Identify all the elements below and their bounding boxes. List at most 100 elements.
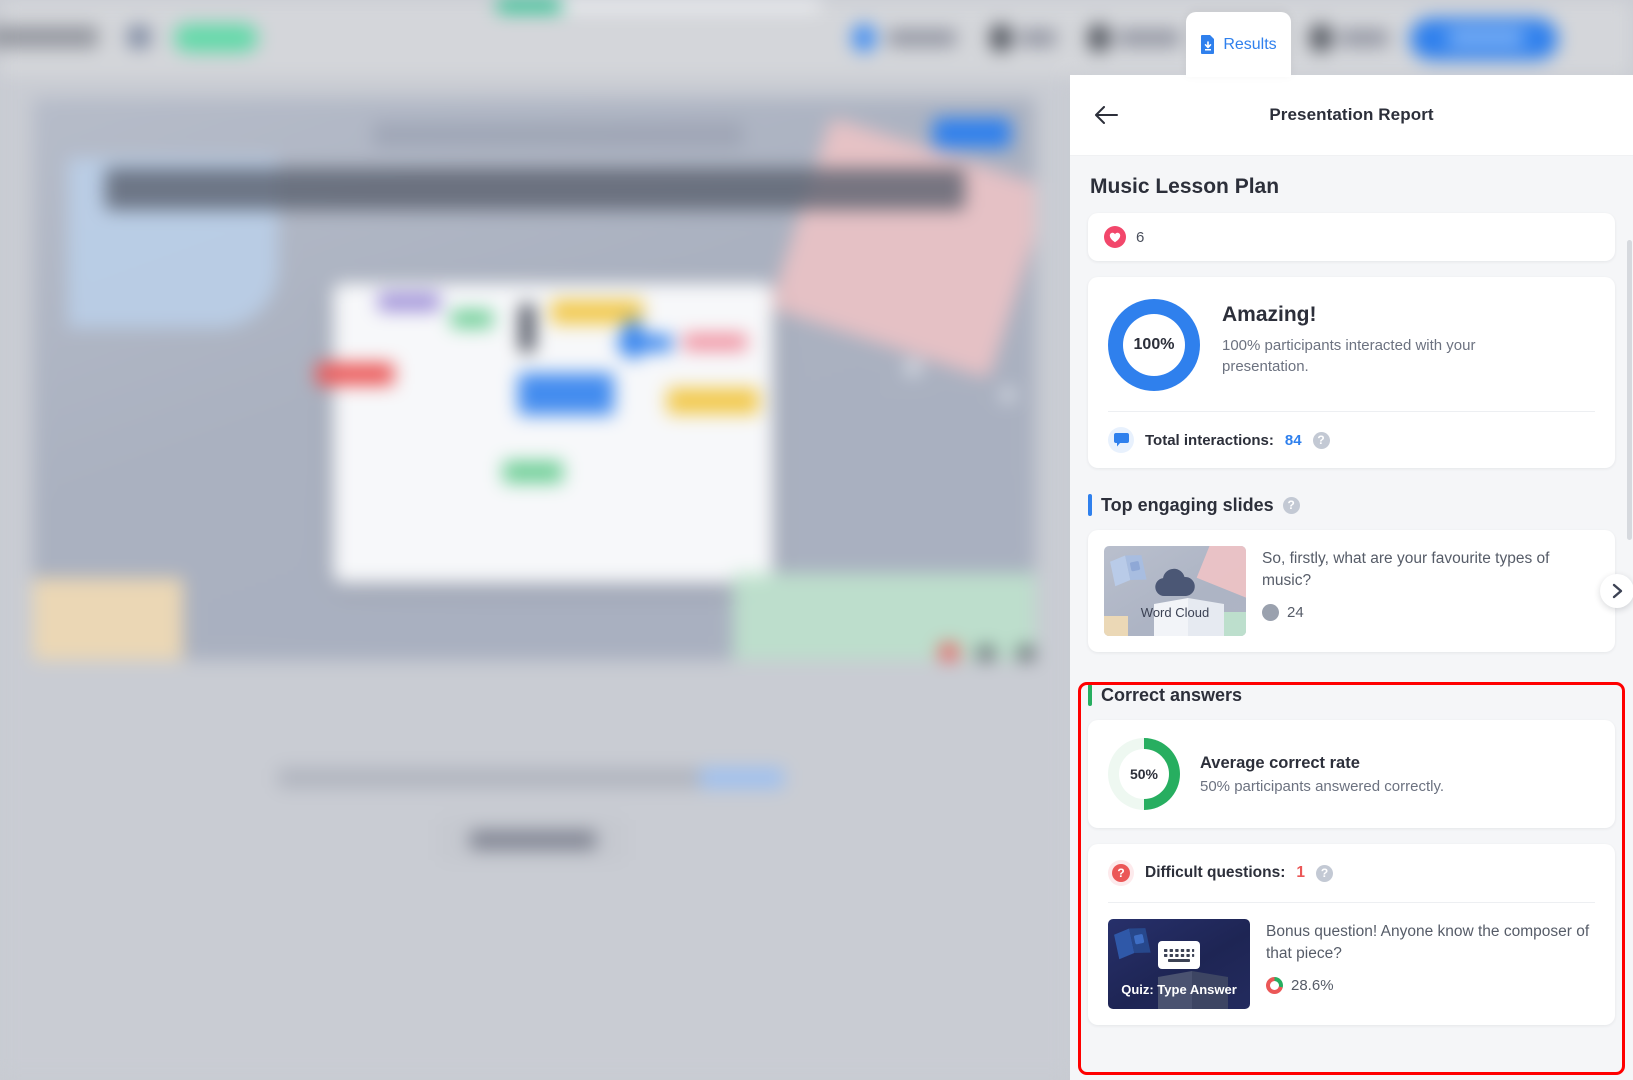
likes-card: 6	[1088, 213, 1615, 261]
slide-deco-pink	[769, 117, 1035, 379]
menu-icon-1-blurred	[852, 24, 876, 52]
thumb-deco-pink	[1196, 546, 1246, 599]
wordcloud-word	[451, 310, 493, 328]
primary-cta-label-blurred	[1448, 30, 1524, 46]
next-slide-button[interactable]	[1600, 574, 1633, 608]
top-engaging-slide-item[interactable]: Word Cloud So, firstly, what are your fa…	[1088, 530, 1633, 652]
section-accent-bar	[1088, 494, 1092, 516]
total-interactions-label: Total interactions:	[1145, 431, 1274, 449]
slide-question-blurred	[105, 168, 965, 210]
slide-type-label: Quiz: Type Answer	[1121, 982, 1237, 997]
wordcloud-word	[518, 373, 614, 415]
document-title-blurred	[0, 26, 98, 48]
correct-answers-title: Correct answers	[1101, 684, 1243, 705]
wordcloud-word	[683, 334, 747, 350]
menu-icon-4-blurred	[1310, 24, 1332, 52]
chevron-right-icon	[1612, 583, 1622, 599]
section-accent-bar	[1088, 684, 1092, 706]
likes-count: 6	[1136, 228, 1145, 246]
engagement-percent: 100%	[1123, 314, 1185, 376]
slide-question: So, firstly, what are your favourite typ…	[1262, 550, 1550, 589]
panel-title: Presentation Report	[1269, 105, 1434, 124]
menu-label-4-blurred	[1340, 30, 1388, 46]
book-icon	[1111, 923, 1154, 960]
slide-preview-blurred	[33, 98, 1035, 660]
question-mark-icon[interactable]: ?	[1282, 496, 1300, 514]
engagement-donut-chart: 100%	[1108, 299, 1200, 391]
presentation-report-panel: Presentation Report Music Lesson Plan 6	[1070, 75, 1633, 1080]
average-correct-rate-card: 50% Average correct rate 50% participant…	[1088, 720, 1615, 828]
slide-type-label: Word Cloud	[1140, 605, 1210, 620]
difficult-questions-value: 1	[1296, 864, 1305, 881]
engagement-card: 100% Amazing! 100% participants interact…	[1088, 277, 1615, 468]
keyboard-icon	[1158, 941, 1200, 969]
difficult-questions-card: ? Difficult questions: 1 ? Quiz: Type An…	[1088, 844, 1615, 1025]
green-tab-blurred	[497, 0, 567, 12]
average-correct-rate-donut: 50%	[1108, 738, 1180, 810]
difficult-questions-row: ? Difficult questions: 1 ?	[1108, 844, 1595, 902]
panel-scrollbar[interactable]	[1626, 150, 1633, 1080]
slide-meta: Bonus question! Anyone know the composer…	[1266, 919, 1595, 1009]
wordcloud-word	[316, 363, 394, 385]
slide-deco-dot	[978, 646, 994, 660]
engagement-description: 100% participants interacted with your p…	[1222, 337, 1476, 376]
book-icon	[1107, 550, 1150, 587]
wordcloud-word	[503, 461, 563, 483]
slide-canvas-blurred	[0, 78, 1070, 1080]
engagement-summary: 100% Amazing! 100% participants interact…	[1108, 299, 1595, 411]
heart-icon	[1104, 226, 1126, 248]
slide-stat-value: 28.6%	[1291, 977, 1334, 994]
chat-bubble-icon	[1262, 604, 1279, 621]
engagement-headline: Amazing!	[1222, 303, 1317, 326]
menu-label-1-blurred	[888, 30, 956, 46]
deck-title: Music Lesson Plan	[1090, 175, 1280, 198]
difficult-questions-label: Difficult questions:	[1145, 864, 1286, 881]
menu-label-3-blurred	[1118, 30, 1180, 46]
panel-body: Music Lesson Plan 6 100% Amazing! 100% p…	[1070, 155, 1633, 1025]
average-correct-rate-description: 50% participants answered correctly.	[1200, 777, 1444, 795]
difficult-slide-item[interactable]: Quiz: Type Answer Bonus question! Anyone…	[1108, 903, 1595, 1025]
slide-stat: 24	[1262, 604, 1599, 621]
wordcloud-word	[520, 304, 534, 352]
slide-stat-value: 24	[1287, 604, 1304, 621]
caption-text-blurred	[278, 768, 718, 788]
secondary-button-label-blurred	[470, 831, 596, 849]
slide-question: Bonus question! Anyone know the composer…	[1266, 923, 1590, 962]
average-correct-rate-title: Average correct rate	[1200, 753, 1360, 772]
slide-deco-dot	[1001, 388, 1015, 402]
panel-header: Presentation Report	[1070, 75, 1633, 155]
app-toolbar	[0, 0, 1633, 78]
panel-scrollbar-thumb[interactable]	[1627, 240, 1632, 540]
alert-question-icon: ?	[1108, 860, 1134, 886]
correct-answers-section: Correct answers 50% Average correct rate…	[1088, 670, 1615, 1025]
status-pill-blurred	[174, 24, 258, 52]
slide-deco-dot	[1018, 646, 1034, 660]
slide-paper-blurred	[333, 283, 773, 583]
wordcloud-word	[667, 388, 759, 414]
file-download-icon	[1200, 35, 1216, 54]
cloud-icon	[1153, 568, 1197, 598]
menu-icon-2-blurred	[990, 24, 1012, 52]
arrow-left-icon	[1095, 106, 1118, 124]
menu-icon-3-blurred	[1088, 24, 1110, 52]
slide-thumbnail: Word Cloud	[1104, 546, 1246, 636]
tab-results[interactable]: Results	[1186, 12, 1291, 77]
question-mark-icon[interactable]: ?	[1315, 864, 1333, 882]
slide-deco-orange	[33, 578, 183, 660]
correct-answers-section-header: Correct answers	[1088, 678, 1615, 720]
engagement-text: Amazing! 100% participants interacted wi…	[1222, 299, 1552, 378]
slide-action-button-blurred	[933, 118, 1011, 148]
slide-join-url-blurred	[373, 122, 743, 148]
top-engaging-title: Top engaging slides	[1101, 494, 1274, 515]
toolbar-icon-blurred	[128, 26, 150, 48]
app-root: Results Presentation Report Music Lesson…	[0, 0, 1633, 1080]
average-correct-rate-percent: 50%	[1119, 749, 1169, 799]
slide-deco-dot	[905, 360, 921, 376]
slide-deco-dot	[939, 643, 959, 660]
chat-bubble-icon	[1108, 427, 1134, 453]
wordcloud-word	[618, 335, 672, 351]
back-button[interactable]	[1086, 95, 1126, 135]
slide-meta: So, firstly, what are your favourite typ…	[1262, 546, 1599, 636]
tab-results-label: Results	[1223, 35, 1277, 53]
question-mark-icon[interactable]: ?	[1312, 431, 1330, 449]
